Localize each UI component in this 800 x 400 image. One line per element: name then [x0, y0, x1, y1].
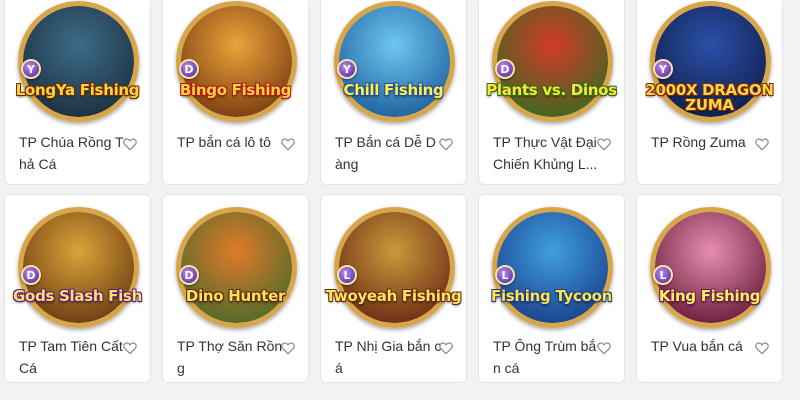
game-artwork-image: [23, 212, 134, 323]
game-card[interactable]: Y Chill Fishing TP Bắn cá Dễ Dàng: [320, 0, 467, 185]
game-thumbnail[interactable]: Y Chill Fishing: [321, 0, 466, 125]
heart-outline-icon: [755, 138, 769, 151]
game-thumbnail[interactable]: D Bingo Fishing: [163, 0, 308, 125]
game-title[interactable]: TP Vua bắn cá: [651, 335, 759, 379]
game-logo: Twoyeah Fishing: [325, 287, 462, 305]
game-thumbnail[interactable]: L Fishing Tycoon: [479, 195, 624, 328]
game-logo: Gods Slash Fish: [13, 287, 142, 305]
game-card[interactable]: Y LongYa Fishing TP Chúa Rồng Thả Cá: [4, 0, 151, 185]
game-artwork-image: [181, 6, 292, 117]
provider-badge: D: [21, 265, 41, 285]
provider-badge: L: [653, 265, 673, 285]
game-title[interactable]: TP Thực Vật Đại Chiến Khủng L...: [493, 131, 601, 175]
game-artwork-image: [339, 6, 450, 117]
game-artwork-image: [339, 212, 450, 323]
game-thumbnail[interactable]: Y LongYa Fishing: [5, 0, 150, 125]
game-logo: 2000X DRAGON ZUMA: [645, 81, 774, 114]
heart-outline-icon: [597, 342, 611, 355]
provider-badge: Y: [337, 59, 357, 79]
provider-badge: D: [495, 59, 515, 79]
game-logo: King Fishing: [658, 287, 761, 305]
game-title[interactable]: TP Chúa Rồng Thả Cá: [19, 131, 127, 175]
game-artwork-image: [497, 6, 608, 117]
heart-outline-icon: [439, 138, 453, 151]
game-title[interactable]: TP Tam Tiên Cất Cá: [19, 335, 127, 379]
game-card[interactable]: D Dino Hunter TP Thợ Săn Rồng: [162, 194, 309, 383]
game-artwork-image: [497, 212, 608, 323]
favorite-heart-icon[interactable]: [596, 136, 612, 152]
game-title[interactable]: TP Thợ Săn Rồng: [177, 335, 285, 379]
provider-badge: D: [179, 59, 199, 79]
favorite-heart-icon[interactable]: [754, 340, 770, 356]
heart-outline-icon: [755, 342, 769, 355]
favorite-heart-icon[interactable]: [280, 340, 296, 356]
heart-outline-icon: [123, 138, 137, 151]
provider-badge: L: [337, 265, 357, 285]
game-card[interactable]: D Plants vs. Dinos TP Thực Vật Đại Chiến K…: [478, 0, 625, 185]
favorite-heart-icon[interactable]: [122, 136, 138, 152]
provider-badge: Y: [21, 59, 41, 79]
favorite-heart-icon[interactable]: [754, 136, 770, 152]
game-logo: Chill Fishing: [343, 81, 444, 99]
heart-outline-icon: [281, 342, 295, 355]
heart-outline-icon: [123, 342, 137, 355]
game-title[interactable]: TP Ông Trùm bắn cá: [493, 335, 601, 379]
provider-badge: D: [179, 265, 199, 285]
game-card[interactable]: Y 2000X DRAGON ZUMA TP Rồng Zuma: [636, 0, 783, 185]
heart-outline-icon: [597, 138, 611, 151]
favorite-heart-icon[interactable]: [438, 340, 454, 356]
game-title[interactable]: TP Rồng Zuma: [651, 131, 759, 175]
game-logo: Bingo Fishing: [179, 81, 292, 99]
game-title[interactable]: TP bắn cá lô tô: [177, 131, 285, 175]
favorite-heart-icon[interactable]: [122, 340, 138, 356]
game-card[interactable]: L Fishing Tycoon TP Ông Trùm bắn cá: [478, 194, 625, 383]
game-thumbnail[interactable]: L King Fishing: [637, 195, 782, 328]
game-artwork-image: [181, 212, 292, 323]
game-card[interactable]: L King Fishing TP Vua bắn cá: [636, 194, 783, 383]
game-logo: LongYa Fishing: [15, 81, 140, 99]
game-logo: Fishing Tycoon: [491, 287, 612, 305]
game-thumbnail[interactable]: L Twoyeah Fishing: [321, 195, 466, 328]
game-title[interactable]: TP Bắn cá Dễ Dàng: [335, 131, 443, 175]
favorite-heart-icon[interactable]: [280, 136, 296, 152]
game-thumbnail[interactable]: D Plants vs. Dinos: [479, 0, 624, 125]
game-card[interactable]: D Bingo Fishing TP bắn cá lô tô: [162, 0, 309, 185]
favorite-heart-icon[interactable]: [596, 340, 612, 356]
heart-outline-icon: [281, 138, 295, 151]
game-logo: Plants vs. Dinos: [486, 81, 617, 99]
game-artwork-image: [23, 6, 134, 117]
game-thumbnail[interactable]: D Gods Slash Fish: [5, 195, 150, 328]
provider-badge: Y: [653, 59, 673, 79]
game-thumbnail[interactable]: D Dino Hunter: [163, 195, 308, 328]
heart-outline-icon: [439, 342, 453, 355]
game-card[interactable]: D Gods Slash Fish TP Tam Tiên Cất Cá: [4, 194, 151, 383]
game-logo: Dino Hunter: [185, 287, 286, 305]
game-title[interactable]: TP Nhị Gia bắn cá: [335, 335, 443, 379]
game-artwork-image: [655, 212, 766, 323]
game-thumbnail[interactable]: Y 2000X DRAGON ZUMA: [637, 0, 782, 125]
provider-badge: L: [495, 265, 515, 285]
game-card[interactable]: L Twoyeah Fishing TP Nhị Gia bắn cá: [320, 194, 467, 383]
favorite-heart-icon[interactable]: [438, 136, 454, 152]
